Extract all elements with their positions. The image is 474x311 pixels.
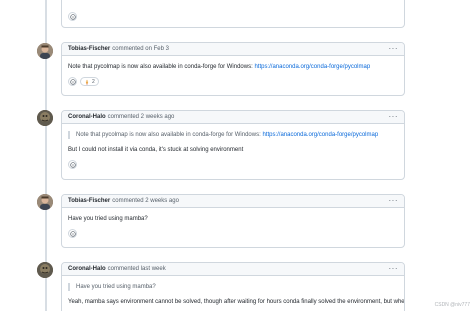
kebab-icon[interactable]: ··· (389, 113, 399, 121)
add-reaction-button[interactable] (68, 12, 77, 21)
comment-header: Coronal-Halo commented 2 weeks ago ··· (62, 111, 404, 124)
kebab-icon[interactable]: ··· (389, 265, 399, 273)
reactions-bar: 2 (68, 77, 398, 91)
avatar[interactable] (37, 262, 53, 278)
comment-header: Coronal-Halo commented last week ··· (62, 263, 404, 276)
reaction-count: 2 (92, 78, 95, 85)
comment-text: Have you tried using mamba? (68, 216, 148, 222)
rocket-reaction-button[interactable]: 2 (80, 77, 99, 86)
conda-forge-link[interactable]: https://anaconda.org/conda-forge/pycolma… (254, 64, 370, 70)
author-link[interactable]: Coronal-Halo (68, 266, 106, 272)
comment-card: Tobias-Fischer commented 2 weeks ago ···… (61, 194, 405, 248)
issue-timeline: Tobias-Fischer commented on Feb 3 ··· No… (0, 0, 474, 311)
author-link[interactable]: Tobias-Fischer (68, 46, 110, 52)
rocket-icon (85, 79, 89, 85)
comment-card: Coronal-Halo commented 2 weeks ago ··· N… (61, 110, 405, 180)
avatar[interactable] (37, 110, 53, 126)
reactions-bar (68, 160, 398, 174)
author-link[interactable]: Tobias-Fischer (68, 198, 110, 204)
kebab-icon[interactable]: ··· (389, 197, 399, 205)
quoted-reply: Note that pycolmap is now also available… (68, 131, 398, 139)
author-link[interactable]: Coronal-Halo (68, 114, 106, 120)
previous-comment-card (61, 0, 405, 28)
reactions-bar (68, 229, 398, 243)
smiley-icon (69, 230, 76, 237)
conda-forge-link[interactable]: https://anaconda.org/conda-forge/pycolma… (262, 132, 378, 138)
avatar[interactable] (37, 194, 53, 210)
watermark: CSDN @niv777 (434, 302, 470, 308)
comment-timestamp[interactable]: commented 2 weeks ago (108, 114, 175, 120)
comment-header: Tobias-Fischer commented 2 weeks ago ··· (62, 195, 404, 208)
comment-timestamp[interactable]: commented 2 weeks ago (112, 198, 179, 204)
comment-timestamp[interactable]: commented on Feb 3 (112, 46, 169, 52)
comment-timestamp[interactable]: commented last week (108, 266, 166, 272)
comment-card: Coronal-Halo commented last week ··· Hav… (61, 262, 405, 311)
quoted-reply: Have you tried using mamba? (68, 283, 398, 291)
comment-text: Note that pycolmap is now also available… (68, 64, 371, 70)
add-reaction-button[interactable] (68, 229, 77, 238)
kebab-icon[interactable]: ··· (389, 45, 399, 53)
smiley-icon (69, 78, 76, 85)
smiley-icon (69, 161, 76, 168)
comment-text: Yeah, mamba says environment cannot be s… (68, 299, 405, 305)
comment-header: Tobias-Fischer commented on Feb 3 ··· (62, 43, 404, 56)
avatar[interactable] (37, 43, 53, 59)
add-reaction-button[interactable] (68, 160, 77, 169)
comment-text: But I could not install it via conda, it… (68, 147, 244, 153)
smiley-icon (69, 13, 76, 20)
comment-card: Tobias-Fischer commented on Feb 3 ··· No… (61, 42, 405, 96)
add-reaction-button[interactable] (68, 77, 77, 86)
